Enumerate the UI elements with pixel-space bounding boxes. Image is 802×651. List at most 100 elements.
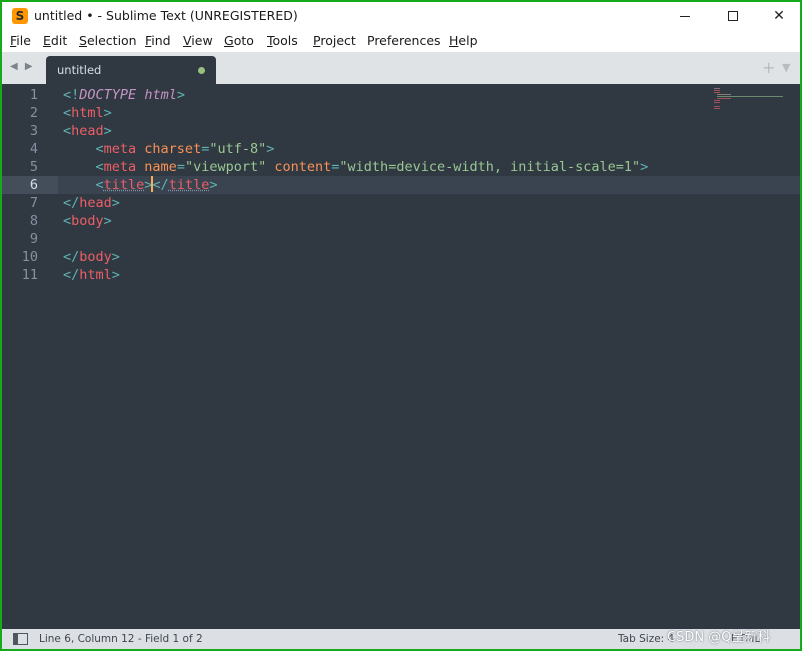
menu-view[interactable]: View [183,33,213,48]
code-line[interactable]: 6 <title></title> [2,176,800,194]
code-token: < [63,213,72,229]
code-token: "utf-8" [209,141,267,157]
code-text[interactable]: <head> [63,122,112,140]
menu-file[interactable]: File [10,33,31,48]
unsaved-dot-icon[interactable] [198,67,205,74]
menu-edit[interactable]: Edit [43,33,67,48]
code-line[interactable]: 2 <html> [2,104,800,122]
menu-bar: File Edit Selection Find View Goto Tools… [2,30,800,52]
code-token: > [103,213,112,229]
title-bar[interactable]: S untitled • - Sublime Text (UNREGISTERE… [2,2,800,30]
line-number: 7 [29,195,38,211]
code-token: charset [144,141,202,157]
panel-toggle-icon[interactable] [13,633,28,645]
code-token: meta [103,141,137,157]
maximize-button[interactable] [710,2,756,30]
code-text[interactable]: </head> [63,194,120,212]
code-line[interactable]: 3 <head> [2,122,800,140]
code-token: <! [63,87,80,103]
code-token: DOCTYPE [79,87,137,103]
code-text[interactable]: </html> [63,266,120,284]
code-token: > [111,195,120,211]
code-token: content [274,159,332,175]
code-line[interactable]: 7 </head> [2,194,800,212]
code-line[interactable]: 1 <!DOCTYPE html> [2,86,800,104]
cursor-position: Line 6, Column 12 - Field 1 of 2 [39,633,203,645]
code-line[interactable]: 8 <body> [2,212,800,230]
code-text[interactable]: <meta charset="utf-8"> [63,140,275,158]
code-text[interactable]: <title></title> [63,176,217,194]
code-token: "width=device-width, initial-scale=1" [339,159,641,175]
sublime-logo-icon: S [12,8,28,24]
code-token: html [71,105,104,121]
tab-nav-arrows-icon[interactable]: ◀ ▶ [10,61,35,72]
code-token: > [176,87,185,103]
tab-label: untitled [57,63,102,77]
code-text[interactable]: <body> [63,212,112,230]
code-token: </ [63,249,80,265]
sublime-window: S untitled • - Sublime Text (UNREGISTERE… [0,0,802,651]
code-token: title [103,177,145,193]
code-token: title [168,177,210,193]
line-number: 11 [21,267,38,283]
code-text[interactable]: <html> [63,104,112,122]
line-number: 9 [29,231,38,247]
code-text[interactable]: <!DOCTYPE html> [63,86,185,104]
tab-size-selector[interactable]: Tab Size: 4 [618,633,674,645]
code-token: > [103,123,112,139]
code-token: > [640,159,649,175]
close-button[interactable]: ✕ [756,2,800,30]
code-token: > [103,105,112,121]
code-token: < [63,159,104,175]
window-title: untitled • - Sublime Text (UNREGISTERED) [34,8,298,23]
code-text[interactable]: </body> [63,248,120,266]
tab-bar: ◀ ▶ untitled + ▼ [2,52,800,84]
code-line[interactable]: 10 </body> [2,248,800,266]
line-number: 6 [29,177,38,193]
code-line[interactable]: 11 </html> [2,266,800,284]
code-token: </ [63,267,80,283]
code-token: < [63,105,72,121]
code-token: body [71,213,104,229]
menu-selection[interactable]: Selection [79,33,137,48]
tab-overflow-menu-icon[interactable]: ▼ [782,61,790,74]
menu-find[interactable]: Find [145,33,171,48]
menu-preferences[interactable]: Preferences [367,33,441,48]
code-line[interactable]: 9 [2,230,800,248]
code-token: name [144,159,177,175]
minimize-button[interactable] [662,2,708,30]
code-token: head [71,123,104,139]
code-token: > [209,177,218,193]
watermark: CSDN @Q呈新科 [667,630,771,645]
code-line[interactable]: 5 <meta name="viewport" content="width=d… [2,158,800,176]
line-number: 10 [21,249,38,265]
line-number: 4 [29,141,38,157]
line-number: 2 [29,105,38,121]
code-token: > [111,267,120,283]
menu-goto[interactable]: Goto [224,33,254,48]
code-line[interactable]: 4 <meta charset="utf-8"> [2,140,800,158]
menu-help[interactable]: Help [449,33,478,48]
minimap[interactable] [714,88,784,112]
menu-tools[interactable]: Tools [267,33,298,48]
code-token: < [63,141,104,157]
line-number: 5 [29,159,38,175]
code-token: body [79,249,112,265]
code-token: meta [103,159,137,175]
code-token: > [111,249,120,265]
close-icon: ✕ [773,8,785,24]
maximize-icon [728,11,738,21]
tab-untitled[interactable]: untitled [46,56,216,84]
code-token: "viewport" [184,159,267,175]
new-tab-button[interactable]: + [762,58,775,77]
code-text[interactable]: <meta name="viewport" content="width=dev… [63,158,649,176]
code-editor[interactable]: 1 <!DOCTYPE html> 2 <html> 3 <head> 4 <meta ch… [2,84,800,629]
code-token: > [266,141,275,157]
code-token: </ [63,195,80,211]
code-token: < [63,123,72,139]
minimize-icon [680,15,690,17]
menu-project[interactable]: Project [313,33,356,48]
line-number: 8 [29,213,38,229]
line-number: 3 [29,123,38,139]
code-token: = [176,159,185,175]
